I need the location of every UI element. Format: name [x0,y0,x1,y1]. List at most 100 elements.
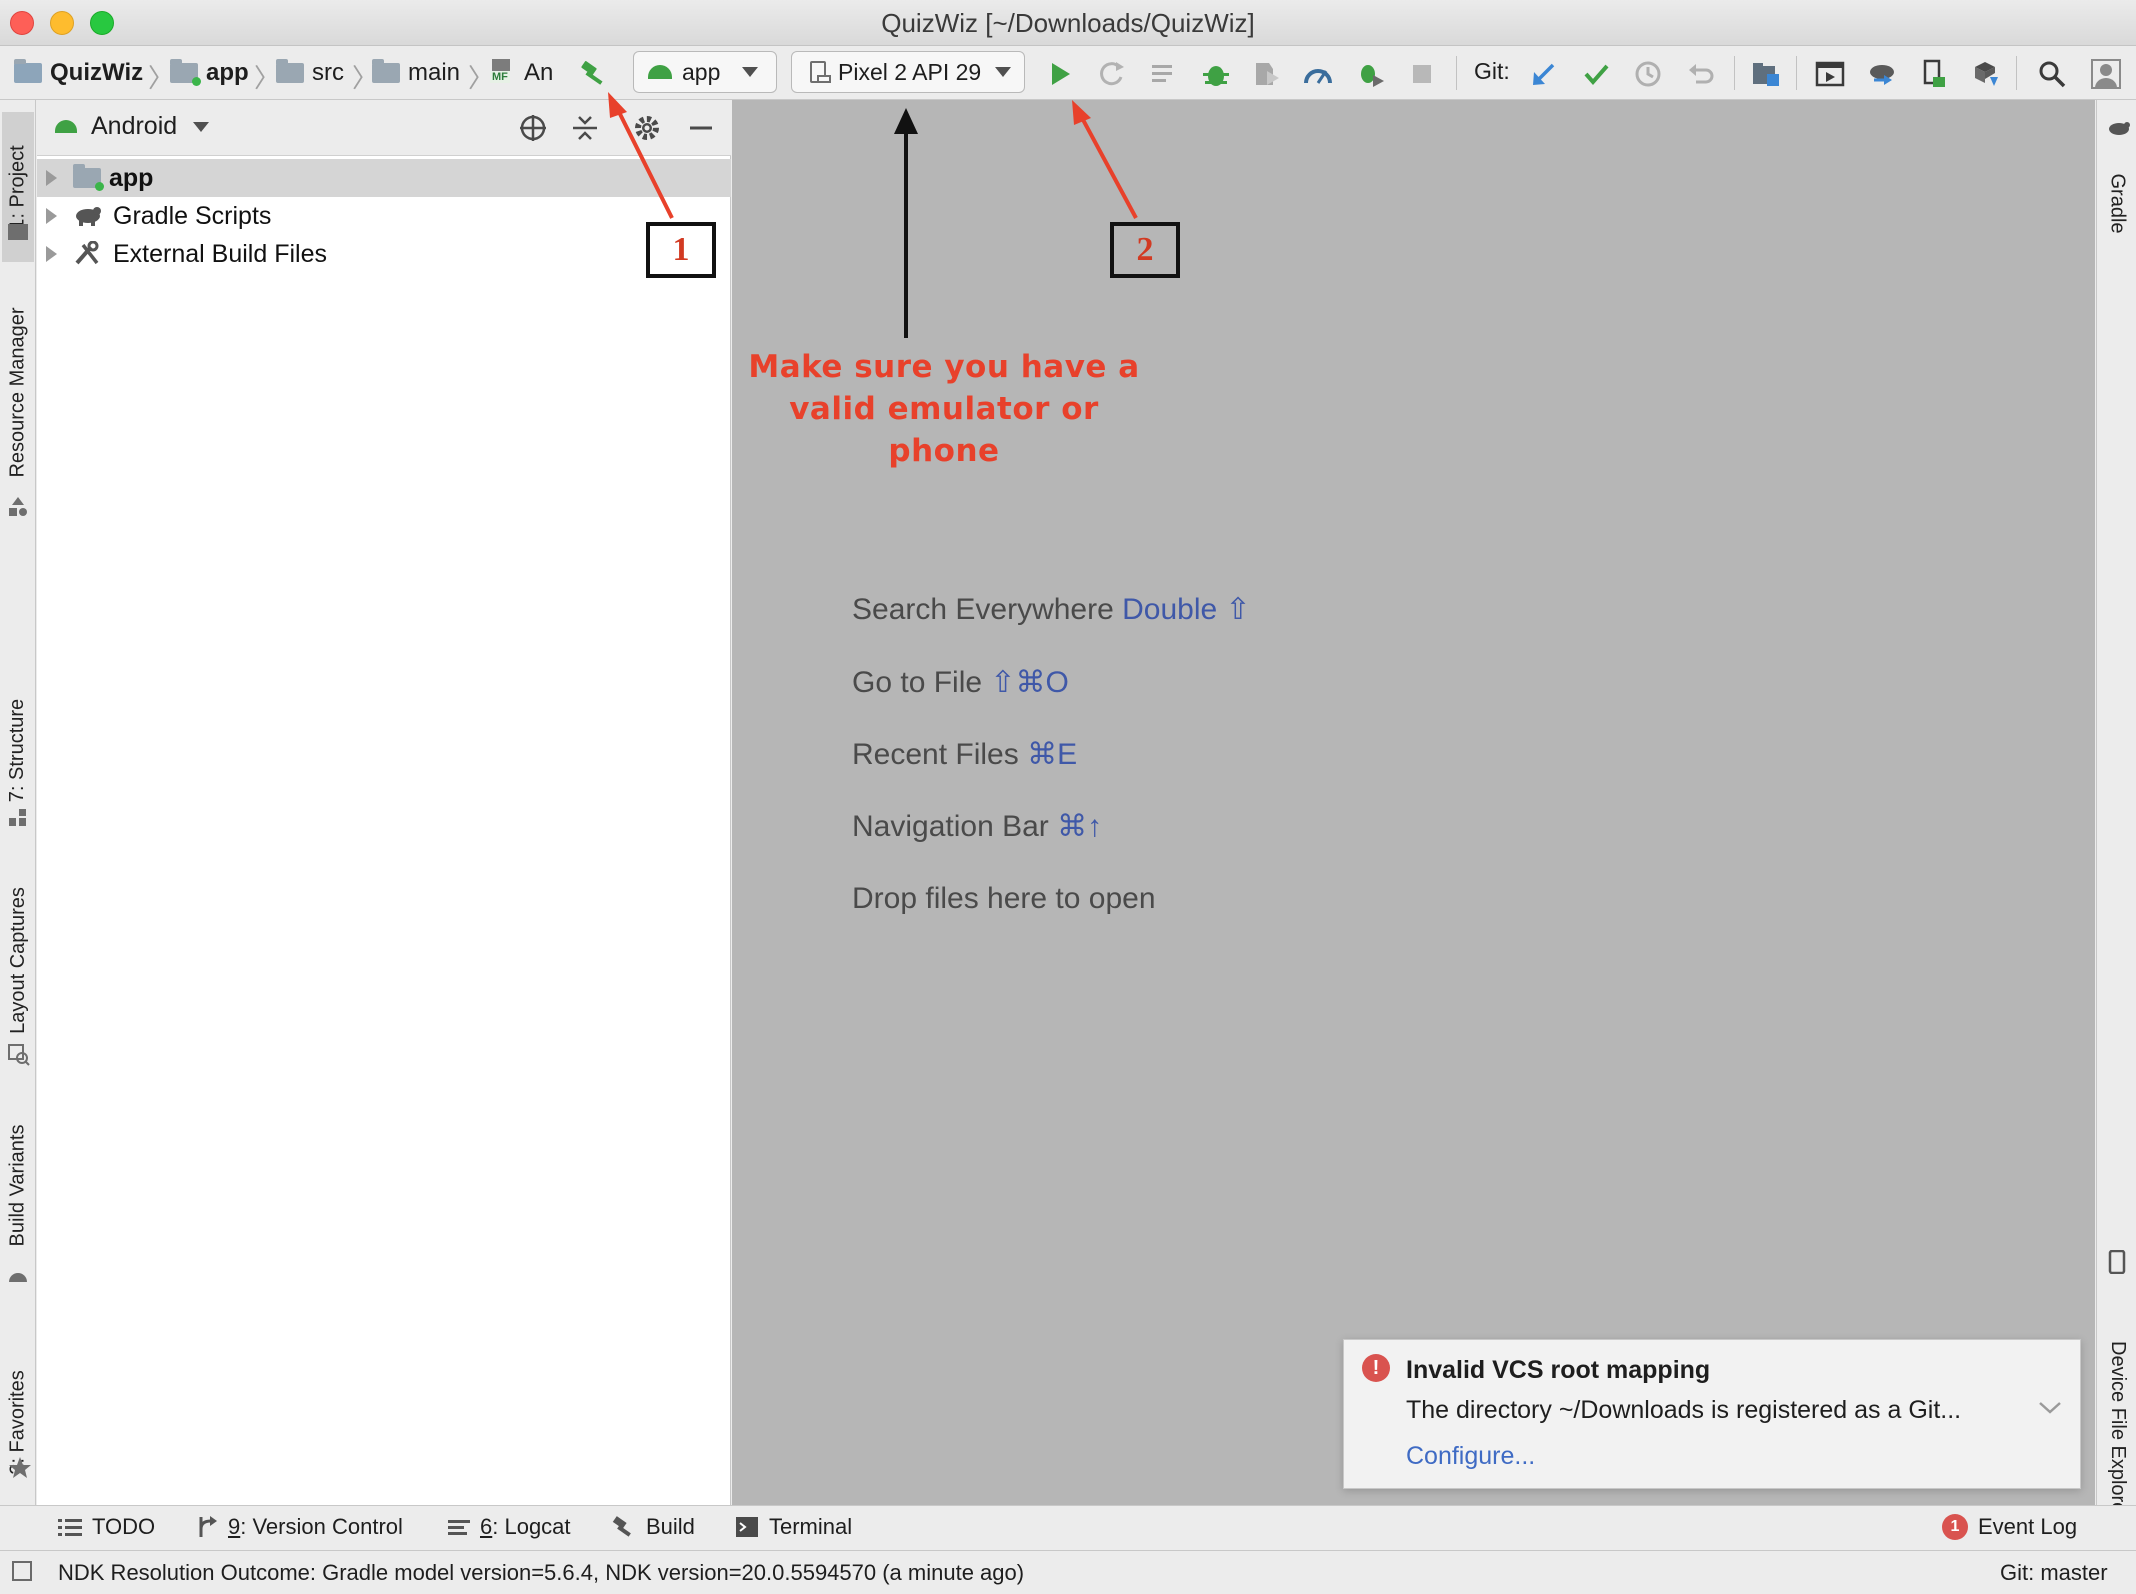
breadcrumb-main[interactable]: main [372,58,460,88]
project-tab-folder-icon [8,224,28,240]
apply-code-changes-icon[interactable] [1148,58,1180,90]
run-with-coverage-icon[interactable] [1250,58,1282,90]
folder-icon [276,59,304,83]
status-bar: NDK Resolution Outcome: Gradle model ver… [0,1550,2136,1594]
tab-terminal[interactable]: Terminal [735,1514,852,1540]
tab-gradle[interactable]: Gradle [2101,148,2133,258]
sdk-manager-icon[interactable] [1918,58,1950,90]
locate-target-icon[interactable] [517,112,549,144]
tab-resource-manager[interactable]: Resource Manager [2,292,34,492]
attach-debugger-icon[interactable] [1354,58,1386,90]
project-tool-window: Android app Gradle Scripts External Buil… [37,100,731,1505]
toolbar-separator [1796,56,1797,90]
version-control-icon [199,1516,217,1537]
title-bar: QuizWiz [~/Downloads/QuizWiz] [0,0,2136,46]
debug-bug-icon[interactable] [1200,58,1232,90]
tree-item-app[interactable]: app [37,159,731,197]
expand-notification-chevron-icon[interactable] [2038,1400,2062,1421]
toolbar-separator [1456,56,1457,90]
star-icon [8,1456,31,1478]
error-icon: ! [1362,1354,1390,1382]
git-update-arrow-icon[interactable] [1528,58,1560,90]
android-icon [55,120,77,133]
run-configuration-dropdown[interactable]: app [633,51,777,93]
avd-manager-icon[interactable] [1814,58,1846,90]
logcat-icon [448,1520,470,1535]
chevron-down-icon [742,67,759,77]
profile-gauge-icon[interactable] [1302,58,1334,90]
tab-todo[interactable]: TODO [58,1514,155,1540]
editor-empty-area[interactable]: Search Everywhere Double ⇧ Go to File ⇧⌘… [732,100,2095,1505]
git-history-clock-icon[interactable] [1632,58,1664,90]
breadcrumb-src[interactable]: src [276,58,344,88]
right-tool-window-stripe: Gradle Device File Explorer [2096,100,2136,1519]
breadcrumb-project[interactable]: QuizWiz [14,58,143,88]
tab-event-log[interactable]: 1 Event Log [1942,1514,2077,1540]
tab-logcat[interactable]: 6: Logcat [448,1514,571,1540]
notification-body: The directory ~/Downloads is registered … [1406,1396,1962,1424]
terminal-icon [736,1517,758,1537]
tab-layout-captures[interactable]: Layout Captures [2,860,34,1060]
tab-build-variants[interactable]: Build Variants [2,1110,34,1260]
layout-captures-icon [8,1044,30,1066]
run-app-icon[interactable] [1044,58,1076,90]
apply-changes-restart-icon[interactable] [1096,58,1128,90]
module-folder-icon [73,164,104,191]
main-toolbar: QuizWiz 〉 app 〉 src 〉 main 〉 MF An app P… [0,46,2136,100]
expand-arrow-icon[interactable] [46,246,57,262]
device-icon [810,61,831,83]
window-title: QuizWiz [~/Downloads/QuizWiz] [881,8,1255,38]
callout-box-2: 2 [1110,222,1180,278]
breadcrumb-app[interactable]: app [170,58,249,88]
project-view-selector[interactable]: Android [55,112,210,141]
git-label: Git: [1474,58,1510,84]
toolbar-separator [1734,56,1735,90]
tree-item-external-build-files[interactable]: External Build Files [37,235,731,273]
status-message: NDK Resolution Outcome: Gradle model ver… [58,1560,1025,1585]
notification-title: Invalid VCS root mapping [1406,1356,1711,1384]
tab-version-control[interactable]: 9: Version Control [196,1514,403,1540]
device-selector-dropdown[interactable]: Pixel 2 API 29 [791,51,1025,93]
project-panel-header: Android [37,100,731,156]
hint-search-everywhere: Search Everywhere Double ⇧ [852,593,1251,626]
manifest-file-icon: MF [490,59,516,87]
toggle-tool-windows-icon[interactable] [12,1561,32,1581]
gradle-elephant-icon [2107,120,2130,140]
git-commit-check-icon[interactable] [1580,58,1612,90]
tab-structure[interactable]: 7: Structure [2,680,34,820]
hammer-icon [612,1516,631,1537]
list-icon [58,1519,82,1536]
make-project-hammer-icon[interactable] [578,58,610,90]
hide-panel-minus-icon[interactable] [685,112,717,144]
breadcrumb-manifest[interactable]: MF An [490,58,553,88]
hint-recent-files: Recent Files ⌘E [852,738,1078,771]
git-rollback-icon[interactable] [1684,58,1716,90]
tools-wrench-icon [73,240,103,267]
tab-favorites[interactable]: 2: Favorites [2,1332,34,1512]
search-icon[interactable] [2036,58,2068,90]
resource-manager-shapes-icon [8,496,28,516]
tree-item-gradle-scripts[interactable]: Gradle Scripts [37,197,731,235]
configure-link[interactable]: Configure... [1406,1442,1535,1471]
tab-build[interactable]: Build [612,1514,695,1540]
expand-arrow-icon[interactable] [46,208,57,224]
collapse-all-icon[interactable] [569,112,601,144]
structure-blocks-icon [8,808,28,828]
gear-icon[interactable] [631,112,663,144]
project-folder-icon [14,59,42,83]
project-structure-icon[interactable] [1750,58,1782,90]
stop-icon[interactable] [1406,58,1438,90]
resource-download-icon[interactable] [1970,58,2002,90]
chevron-down-icon [193,121,210,132]
bottom-tool-window-bar: TODO 9: Version Control 6: Logcat Build … [0,1505,2136,1550]
left-tool-window-stripe: 1: Project Resource Manager 7: Structure… [0,100,36,1505]
hint-drop-files: Drop files here to open [852,882,1156,915]
expand-arrow-icon[interactable] [46,170,57,186]
callout-box-1: 1 [646,222,716,278]
sync-gradle-icon[interactable] [1866,58,1898,90]
vcs-notification-balloon: ! Invalid VCS root mapping The directory… [1343,1339,2081,1489]
toolbar-separator [2016,56,2017,90]
git-branch-indicator[interactable]: Git: master [2000,1560,2108,1586]
user-avatar-icon[interactable] [2090,58,2122,90]
event-log-error-badge: 1 [1942,1514,1968,1540]
